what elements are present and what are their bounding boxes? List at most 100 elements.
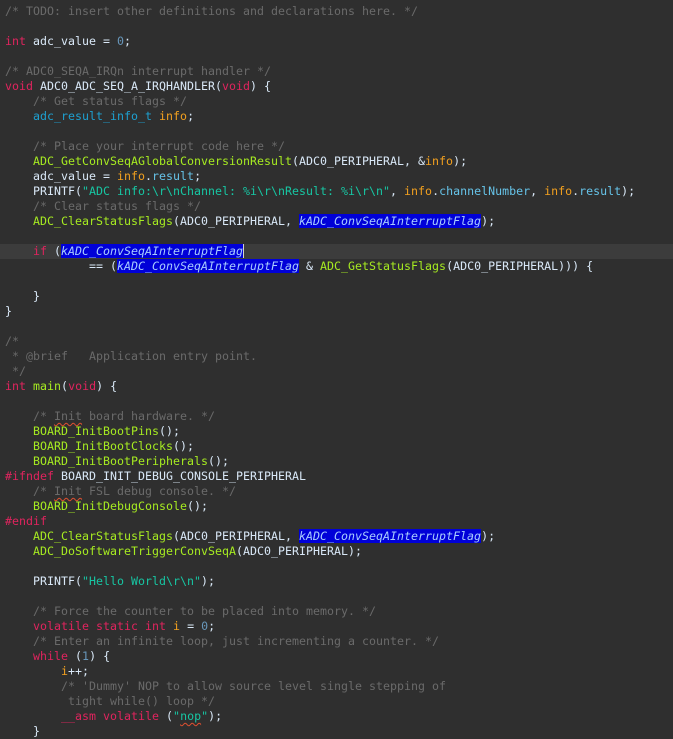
code-line[interactable]: /* Place your interrupt code here */: [0, 139, 673, 154]
code-token: (: [47, 244, 62, 258]
code-token: info: [425, 154, 454, 168]
code-token: ) {: [96, 379, 118, 393]
code-line[interactable]: adc_result_info_t info;: [0, 109, 673, 124]
code-line[interactable]: PRINTF("Hello World\r\n");: [0, 574, 673, 589]
code-line[interactable]: /* Init FSL debug console. */: [0, 484, 673, 499]
code-line[interactable]: #endif: [0, 514, 673, 529]
code-line[interactable]: [0, 124, 673, 139]
code-token: ,: [390, 184, 405, 198]
code-editor[interactable]: /* TODO: insert other definitions and de…: [0, 4, 673, 739]
code-token: ADC_DoSoftwareTriggerConvSeqA: [33, 544, 237, 558]
code-token: BOARD_InitBootPeripherals: [33, 454, 209, 468]
code-line[interactable]: BOARD_InitBootPins();: [0, 424, 673, 439]
code-line[interactable]: adc_value = info.result;: [0, 169, 673, 184]
current-code-line[interactable]: if (kADC_ConvSeqAInterruptFlag: [0, 244, 673, 259]
code-line[interactable]: int adc_value = 0;: [0, 34, 673, 49]
code-line[interactable]: ADC_ClearStatusFlags(ADC0_PERIPHERAL, kA…: [0, 529, 673, 544]
code-line[interactable]: /* Init board hardware. */: [0, 409, 673, 424]
code-line[interactable]: BOARD_InitBootPeripherals();: [0, 454, 673, 469]
code-line[interactable]: int main(void) {: [0, 379, 673, 394]
code-line[interactable]: [0, 49, 673, 64]
code-token: adc_value =: [5, 169, 118, 183]
code-token: "ADC info:\r\nChannel: %i\r\nResult: %i\…: [82, 184, 391, 198]
code-token: info: [117, 169, 146, 183]
code-token: channelNumber: [439, 184, 531, 198]
code-line[interactable]: ADC_GetConvSeqAGlobalConversionResult(AD…: [0, 154, 673, 169]
code-token: adc_result_info_t: [33, 109, 153, 123]
selected-occurrence: kADC_ConvSeqAInterruptFlag: [299, 214, 482, 228]
code-token: /* TODO: insert other definitions and de…: [5, 4, 419, 18]
code-line[interactable]: PRINTF("ADC info:\r\nChannel: %i\r\nResu…: [0, 184, 673, 199]
code-line[interactable]: [0, 319, 673, 334]
selected-occurrence: kADC_ConvSeqAInterruptFlag: [299, 529, 482, 543]
code-token: */: [5, 364, 27, 378]
code-token: PRINTF(: [5, 574, 83, 588]
code-token: i: [61, 664, 69, 678]
code-line[interactable]: }: [0, 304, 673, 319]
code-token: }: [5, 289, 41, 303]
code-line[interactable]: }: [0, 289, 673, 304]
code-line[interactable]: * @brief Application entry point.: [0, 349, 673, 364]
code-line[interactable]: BOARD_InitBootClocks();: [0, 439, 673, 454]
code-token: volatile static int: [33, 619, 167, 633]
code-line[interactable]: [0, 394, 673, 409]
code-token: );: [481, 214, 496, 228]
code-line[interactable]: == (kADC_ConvSeqAInterruptFlag & ADC_Get…: [0, 259, 673, 274]
code-token: if: [33, 244, 48, 258]
code-token: BOARD_INIT_DEBUG_CONSOLE_PERIPHERAL: [54, 469, 307, 483]
code-line[interactable]: }: [0, 724, 673, 739]
code-line[interactable]: /* ADC0_SEQA_IRQn interrupt handler */: [0, 64, 673, 79]
code-token: ) {: [250, 79, 272, 93]
code-line[interactable]: [0, 229, 673, 244]
code-token: i: [173, 619, 181, 633]
code-token: BOARD_InitBootPins: [33, 424, 160, 438]
code-token: }: [5, 304, 13, 318]
code-line[interactable]: */: [0, 364, 673, 379]
code-token: /*: [33, 484, 55, 498]
code-token: );: [201, 574, 216, 588]
code-line[interactable]: i++;: [0, 664, 673, 679]
code-line[interactable]: #ifndef BOARD_INIT_DEBUG_CONSOLE_PERIPHE…: [0, 469, 673, 484]
code-token: ();: [173, 439, 195, 453]
code-line[interactable]: BOARD_InitDebugConsole();: [0, 499, 673, 514]
code-line[interactable]: __asm volatile ("nop");: [0, 709, 673, 724]
code-line[interactable]: while (1) {: [0, 649, 673, 664]
code-token: ;: [194, 169, 202, 183]
code-token: nop: [180, 709, 202, 723]
code-line[interactable]: [0, 274, 673, 289]
code-line[interactable]: /* 'Dummy' NOP to allow source level sin…: [0, 679, 673, 694]
code-token: result: [579, 184, 622, 198]
code-line[interactable]: /* Force the counter to be placed into m…: [0, 604, 673, 619]
code-line[interactable]: ADC_DoSoftwareTriggerConvSeqA(ADC0_PERIP…: [0, 544, 673, 559]
code-line[interactable]: [0, 19, 673, 34]
code-token: ,: [530, 184, 545, 198]
code-line[interactable]: ADC_ClearStatusFlags(ADC0_PERIPHERAL, kA…: [0, 214, 673, 229]
code-token: /*: [5, 334, 20, 348]
code-line[interactable]: void ADC0_ADC_SEQ_A_IRQHANDLER(void) {: [0, 79, 673, 94]
code-line[interactable]: [0, 559, 673, 574]
code-token: == (: [5, 259, 118, 273]
code-line[interactable]: /* Enter an infinite loop, just incremen…: [0, 634, 673, 649]
code-line[interactable]: /* TODO: insert other definitions and de…: [0, 4, 673, 19]
code-token: ();: [208, 454, 230, 468]
code-line[interactable]: tight while() loop */: [0, 694, 673, 709]
code-line[interactable]: /* Get status flags */: [0, 94, 673, 109]
code-line[interactable]: [0, 589, 673, 604]
code-token: ADC_ClearStatusFlags: [33, 214, 174, 228]
code-line[interactable]: volatile static int i = 0;: [0, 619, 673, 634]
code-token: PRINTF(: [5, 184, 83, 198]
code-line[interactable]: /* Clear status flags */: [0, 199, 673, 214]
code-line[interactable]: /*: [0, 334, 673, 349]
code-token: /* Enter an infinite loop, just incremen…: [33, 634, 440, 648]
code-token: ) {: [89, 649, 111, 663]
